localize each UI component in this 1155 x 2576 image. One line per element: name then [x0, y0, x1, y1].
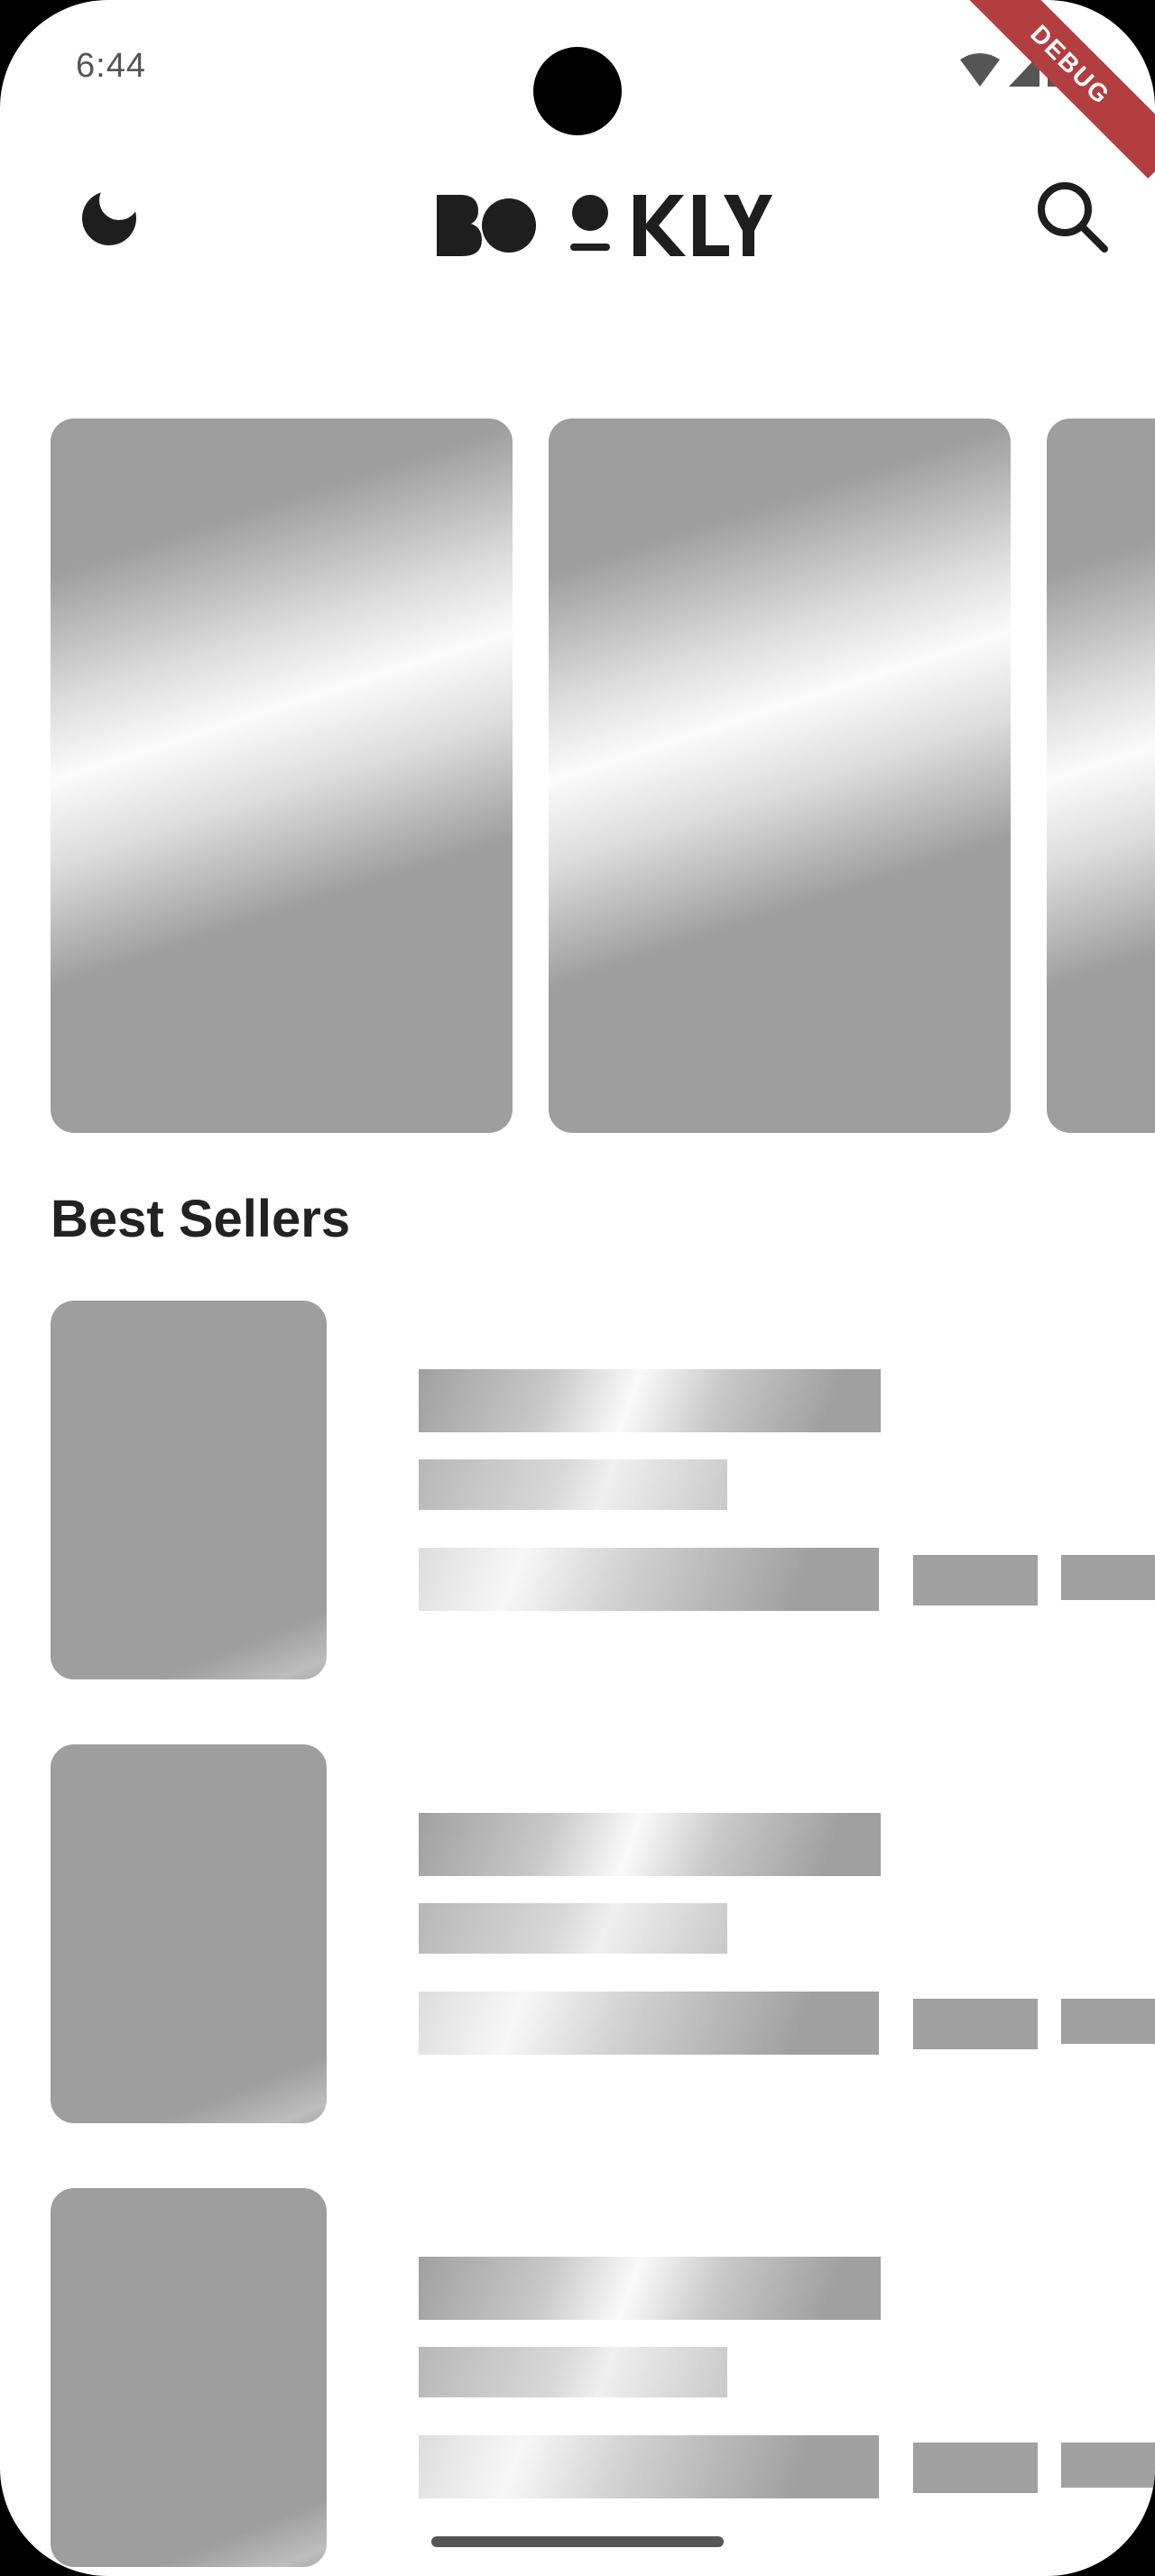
book-cover-skeleton [51, 1744, 327, 2123]
book-author-skeleton [419, 2347, 727, 2397]
status-time: 6:44 [76, 47, 146, 85]
book-rating-skeleton [913, 1999, 1038, 2049]
featured-books-carousel[interactable] [0, 419, 1155, 1133]
book-price-skeleton [419, 1548, 879, 1611]
book-cover-skeleton [51, 2188, 327, 2567]
book-author-skeleton [419, 1459, 727, 1510]
book-rating-count-skeleton [1061, 2443, 1155, 2488]
book-price-skeleton [419, 2435, 879, 2498]
book-price-skeleton [419, 1992, 879, 2055]
camera-cutout [533, 47, 622, 135]
featured-book-card-skeleton[interactable] [51, 419, 513, 1133]
book-rating-count-skeleton [1061, 1999, 1155, 2044]
book-cover-skeleton [51, 1301, 327, 1679]
home-indicator[interactable] [431, 2536, 724, 2547]
wifi-icon [960, 53, 1000, 87]
app-screen: 6:44 DEBUG Best Sellers [0, 0, 1155, 2576]
best-seller-item-skeleton[interactable] [0, 2188, 1155, 2567]
featured-book-card-skeleton[interactable] [549, 419, 1011, 1133]
app-logo [437, 195, 772, 256]
book-rating-skeleton [913, 2443, 1038, 2493]
book-rating-count-skeleton [1061, 1555, 1155, 1600]
book-title-skeleton [419, 1813, 881, 1876]
best-sellers-title: Best Sellers [51, 1190, 351, 1248]
moon-icon[interactable] [78, 184, 141, 247]
best-seller-item-skeleton[interactable] [0, 1301, 1155, 1679]
book-title-skeleton [419, 1369, 881, 1432]
featured-book-card-skeleton[interactable] [1047, 419, 1155, 1133]
search-icon[interactable] [1034, 179, 1110, 254]
book-title-skeleton [419, 2257, 881, 2320]
best-seller-item-skeleton[interactable] [0, 1744, 1155, 2123]
debug-banner: DEBUG [956, 0, 1155, 179]
book-rating-skeleton [913, 1555, 1038, 1605]
book-author-skeleton [419, 1903, 727, 1954]
